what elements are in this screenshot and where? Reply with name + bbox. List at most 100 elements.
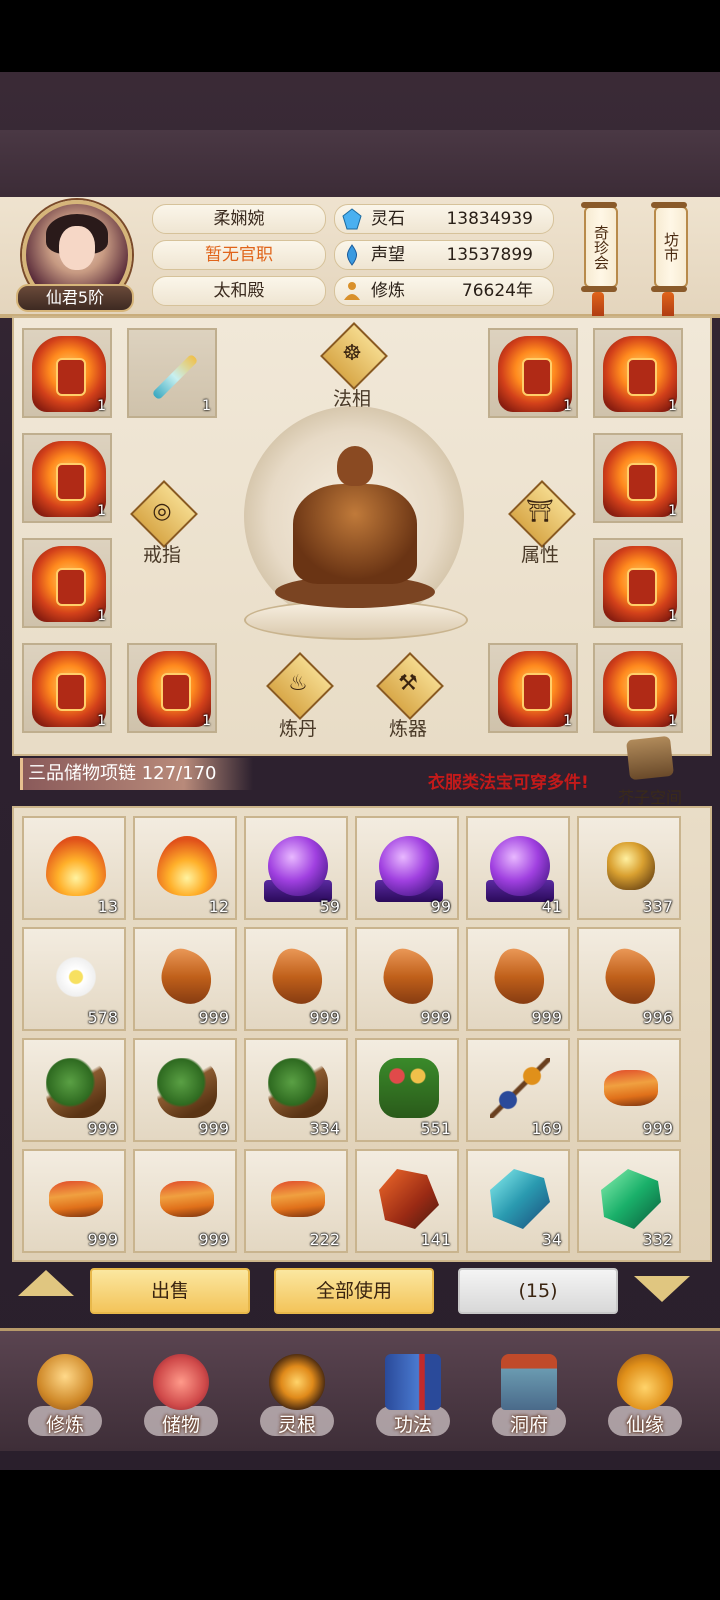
nav-cultivate[interactable]: 修炼	[20, 1350, 110, 1440]
crystal-red-icon	[379, 1169, 439, 1229]
armor-icon	[32, 441, 106, 517]
cultivate-icon	[37, 1354, 93, 1410]
stat-prestige: 声望 13537899	[334, 240, 554, 270]
stat-label: 声望	[371, 245, 405, 265]
item-count: 169	[531, 1119, 562, 1138]
figure-body	[293, 484, 417, 584]
inventory-slot[interactable]: 169	[466, 1038, 570, 1142]
orb-icon	[379, 836, 439, 896]
item-count: 1	[97, 503, 106, 519]
top-frame	[0, 130, 720, 203]
inventory-slot[interactable]: 999	[133, 927, 237, 1031]
inventory-slot[interactable]: 996	[577, 927, 681, 1031]
worm-icon	[160, 1181, 214, 1217]
ring-icon: ◎	[152, 499, 172, 524]
stat-label: 灵石	[371, 209, 405, 229]
herb-icon	[46, 1058, 106, 1118]
nav-spirit-root[interactable]: 灵根	[252, 1350, 342, 1440]
inventory-slot[interactable]: 13	[22, 816, 126, 920]
equip-slot[interactable]: 1	[488, 643, 578, 733]
inventory-slot[interactable]: 334	[244, 1038, 348, 1142]
item-count: 13	[97, 897, 118, 916]
item-count: 999	[642, 1119, 673, 1138]
item-count: 59	[319, 897, 340, 916]
player-office[interactable]: 暂无官职	[152, 240, 326, 270]
inventory-slot[interactable]: 999	[22, 1149, 126, 1253]
alchemy-button[interactable]: ♨	[266, 652, 334, 720]
item-count: 1	[563, 398, 572, 414]
market-button[interactable]: 坊市	[651, 202, 688, 292]
nav-label: 仙缘	[625, 1414, 664, 1436]
chest-icon[interactable]	[626, 735, 674, 781]
inventory-slot[interactable]: 999	[355, 927, 459, 1031]
inventory-slot[interactable]: 99	[355, 816, 459, 920]
quantity-field[interactable]: (15)	[458, 1268, 618, 1314]
inventory-slot[interactable]: 34	[466, 1149, 570, 1253]
equip-slot[interactable]: 1	[593, 433, 683, 523]
root-icon	[376, 944, 442, 1010]
armor-icon	[603, 546, 677, 622]
stat-label: 修炼	[371, 281, 405, 301]
equip-slot[interactable]: 1	[127, 328, 217, 418]
armor-icon	[32, 336, 106, 412]
mustard-space-button[interactable]: 芥子空间	[618, 784, 682, 808]
item-count: 222	[309, 1230, 340, 1249]
bag-title: 三品储物项链 127/170	[28, 763, 217, 784]
ring-button[interactable]: ◎	[130, 480, 198, 548]
attributes-button[interactable]: ⛩	[508, 480, 576, 548]
armor-icon	[603, 336, 677, 412]
flame-icon	[46, 836, 106, 896]
sword-icon	[151, 353, 199, 401]
item-count: 141	[420, 1230, 451, 1249]
inventory-slot[interactable]: 999	[133, 1038, 237, 1142]
forging-button[interactable]: ⚒	[376, 652, 444, 720]
inventory-slot[interactable]: 999	[466, 927, 570, 1031]
equip-slot[interactable]: 1	[22, 538, 112, 628]
inventory-slot[interactable]: 12	[133, 816, 237, 920]
inventory-slot[interactable]: 337	[577, 816, 681, 920]
meditating-figure	[275, 440, 435, 610]
scroll-down-arrow[interactable]	[634, 1276, 690, 1302]
use-all-button[interactable]: 全部使用	[274, 1268, 434, 1314]
nav-technique[interactable]: 功法	[368, 1350, 458, 1440]
stat-spirit-stone: 灵石 13834939	[334, 204, 554, 234]
faxiang-button[interactable]: ☸	[320, 322, 388, 390]
rank-badge: 仙君5阶	[16, 284, 134, 312]
item-count: 99	[430, 897, 451, 916]
cultivation-icon	[344, 282, 360, 300]
inventory-slot[interactable]: 999	[133, 1149, 237, 1253]
item-count: 12	[208, 897, 229, 916]
equip-slot[interactable]: 1	[22, 643, 112, 733]
inventory-slot[interactable]: 999	[244, 927, 348, 1031]
treasure-fair-button[interactable]: 奇珍会	[581, 202, 618, 292]
inventory-slot[interactable]: 999	[577, 1038, 681, 1142]
equip-slot[interactable]: 1	[593, 328, 683, 418]
equip-slot[interactable]: 1	[127, 643, 217, 733]
stat-value: 13834939	[446, 209, 533, 229]
inventory-slot[interactable]: 999	[22, 1038, 126, 1142]
inventory-slot[interactable]: 141	[355, 1149, 459, 1253]
inventory-slot[interactable]: 41	[466, 816, 570, 920]
cauldron-icon: ♨	[288, 671, 308, 696]
inventory-slot[interactable]: 332	[577, 1149, 681, 1253]
nav-cave[interactable]: 洞府	[484, 1350, 574, 1440]
nav-storage[interactable]: 储物	[136, 1350, 226, 1440]
flower-icon	[46, 947, 106, 1007]
forging-label: 炼器	[388, 718, 427, 740]
inventory-slot[interactable]: 578	[22, 927, 126, 1031]
equip-slot[interactable]: 1	[488, 328, 578, 418]
inventory-slot[interactable]: 59	[244, 816, 348, 920]
equip-slot[interactable]: 1	[22, 433, 112, 523]
item-count: 999	[198, 1119, 229, 1138]
spirit-root-icon	[269, 1354, 325, 1410]
inventory-slot[interactable]: 551	[355, 1038, 459, 1142]
inventory-slot[interactable]: 222	[244, 1149, 348, 1253]
equip-slot[interactable]: 1	[593, 643, 683, 733]
scroll-up-arrow[interactable]	[18, 1270, 74, 1296]
player-palace[interactable]: 太和殿	[152, 276, 326, 306]
technique-book-icon	[385, 1354, 441, 1410]
equip-slot[interactable]: 1	[593, 538, 683, 628]
sell-button[interactable]: 出售	[90, 1268, 250, 1314]
nav-destiny[interactable]: 仙缘	[600, 1350, 690, 1440]
equip-slot[interactable]: 1	[22, 328, 112, 418]
